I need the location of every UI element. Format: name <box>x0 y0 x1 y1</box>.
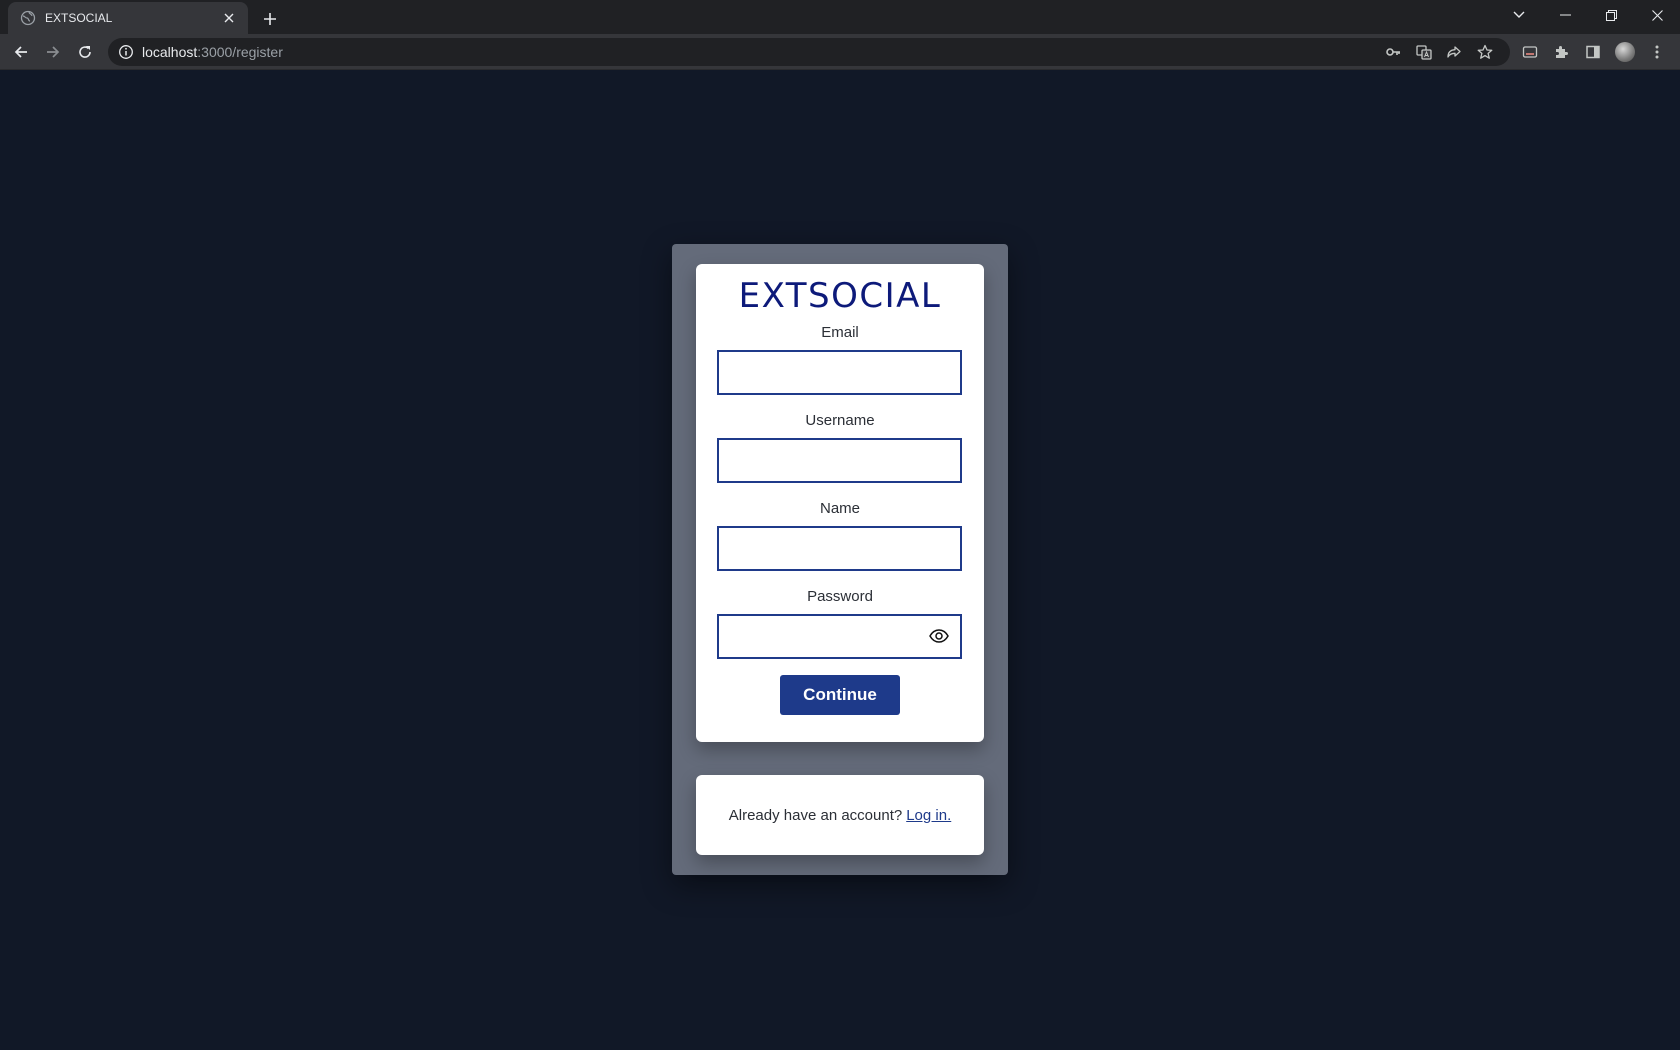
tab-search-icon[interactable] <box>1496 0 1542 30</box>
share-icon[interactable] <box>1442 40 1466 64</box>
key-icon[interactable] <box>1381 40 1405 64</box>
password-label: Password <box>807 588 873 605</box>
url-path: :3000/register <box>197 44 283 60</box>
show-password-eye-icon[interactable] <box>928 625 950 647</box>
side-panel-icon[interactable] <box>1581 40 1605 64</box>
url-host: localhost <box>142 44 198 60</box>
reload-icon[interactable] <box>70 37 100 67</box>
email-field[interactable] <box>717 350 962 395</box>
menu-icon[interactable] <box>1645 40 1669 64</box>
name-label: Name <box>819 500 860 517</box>
translate-icon[interactable] <box>1412 40 1436 64</box>
address-bar[interactable]: localhost:3000/register <box>108 38 1510 66</box>
tab-strip: EXTSOCIAL <box>0 0 1680 34</box>
username-field[interactable] <box>717 438 962 483</box>
login-prompt-card: Already have an account? Log in. <box>696 775 984 855</box>
tab-title: EXTSOCIAL <box>45 11 113 25</box>
new-tab-icon[interactable] <box>258 7 282 31</box>
back-icon[interactable] <box>6 37 36 67</box>
email-label: Email <box>821 324 859 341</box>
globe-icon <box>20 10 36 26</box>
browser-tab[interactable]: EXTSOCIAL <box>8 2 248 34</box>
window-close-icon[interactable] <box>1634 0 1680 30</box>
continue-button[interactable]: Continue <box>780 675 900 715</box>
already-have-account-text: Already have an account? <box>728 806 903 824</box>
register-form-card: EXTSOCIAL Email Username Name Password C… <box>696 264 984 742</box>
profile-avatar[interactable] <box>1613 40 1637 64</box>
forward-icon[interactable] <box>38 37 68 67</box>
name-field[interactable] <box>717 526 962 571</box>
extensions-icon[interactable] <box>1549 40 1573 64</box>
restore-icon[interactable] <box>1588 0 1634 30</box>
info-icon[interactable] <box>118 44 134 60</box>
close-icon[interactable] <box>220 9 238 27</box>
browser-toolbar: localhost:3000/register <box>0 34 1680 70</box>
register-panel: EXTSOCIAL Email Username Name Password C… <box>672 244 1008 875</box>
star-icon[interactable] <box>1473 40 1497 64</box>
site-logo: EXTSOCIAL <box>738 276 942 316</box>
username-label: Username <box>805 412 875 429</box>
password-field[interactable] <box>717 614 962 659</box>
minimize-icon[interactable] <box>1542 0 1588 30</box>
cast-icon[interactable] <box>1518 40 1542 64</box>
login-link[interactable]: Log in. <box>906 807 951 824</box>
url-text: localhost:3000/register <box>142 44 283 60</box>
